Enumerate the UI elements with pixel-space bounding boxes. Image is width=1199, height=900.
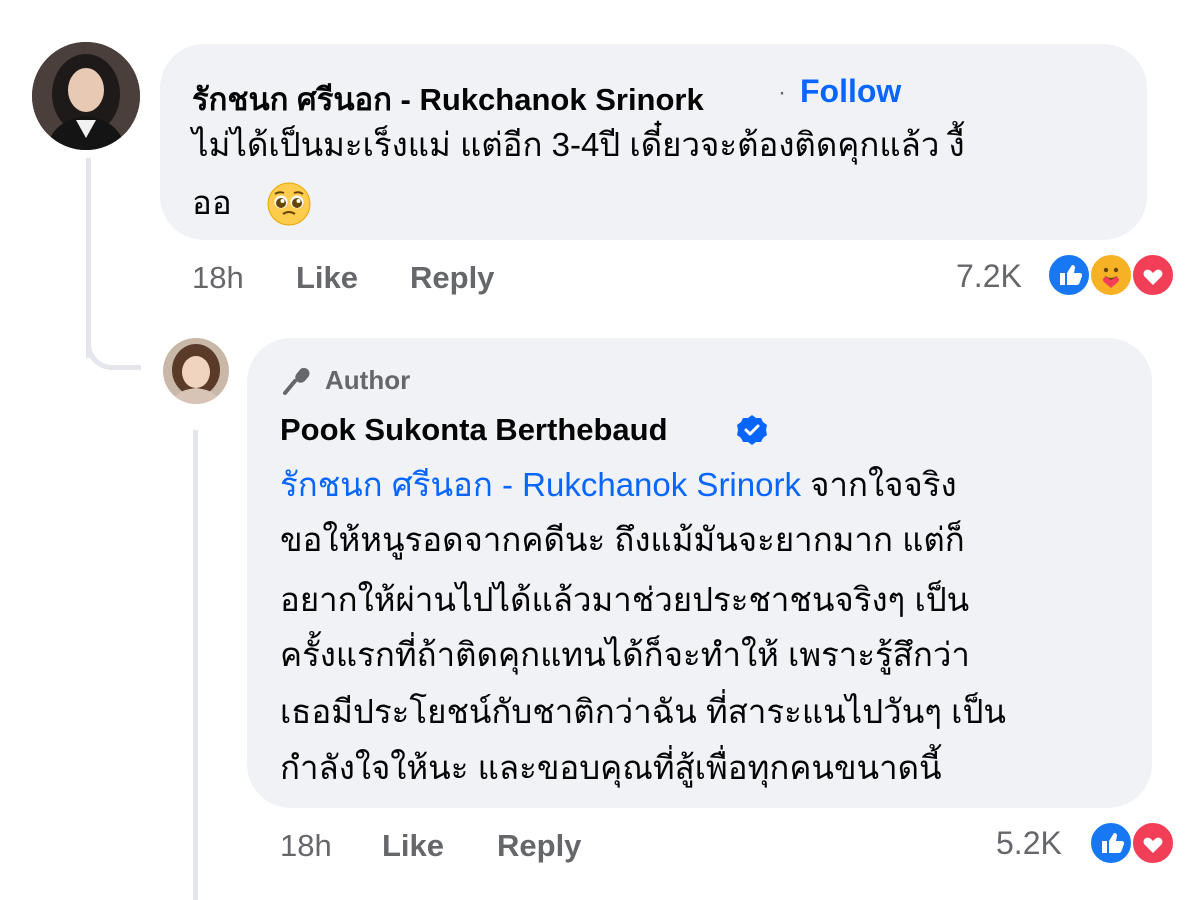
reply-text-line: ครั้งแรกที่ถ้าติดคุกแทนได้ก็จะทำให้ เพรา… bbox=[280, 636, 970, 673]
verified-badge-icon bbox=[735, 413, 769, 447]
reply-text-line: กำลังใจให้นะ และขอบคุณที่สู้เพื่อทุกคนขน… bbox=[280, 749, 942, 786]
microphone-icon bbox=[280, 362, 316, 398]
comment-text-line: ไม่ได้เป็นมะเร็งแม่ แต่อีก 3-4ปี เดี๋ยวจ… bbox=[192, 126, 965, 163]
thread-line bbox=[86, 158, 91, 358]
love-icon[interactable] bbox=[1131, 821, 1175, 865]
reply-avatar[interactable] bbox=[163, 338, 229, 404]
like-button[interactable]: Like bbox=[296, 260, 358, 296]
reply-text-line: รักชนก ศรีนอก - Rukchanok Srinork จากใจจ… bbox=[280, 462, 957, 507]
follow-button[interactable]: Follow bbox=[800, 73, 901, 110]
mention-link[interactable]: รักชนก ศรีนอก - Rukchanok Srinork bbox=[280, 466, 801, 503]
reply-text-line: อยากให้ผ่านไปได้แล้วมาช่วยประชาชนจริงๆ เ… bbox=[280, 581, 970, 618]
avatar-image bbox=[32, 42, 140, 150]
comment-time[interactable]: 18h bbox=[192, 260, 244, 296]
reply-time[interactable]: 18h bbox=[280, 828, 332, 864]
love-icon[interactable] bbox=[1131, 253, 1175, 297]
avatar[interactable] bbox=[32, 42, 140, 150]
reply-reaction-count[interactable]: 5.2K bbox=[996, 825, 1062, 862]
author-badge: Author bbox=[325, 365, 411, 395]
reply-button[interactable]: Reply bbox=[410, 260, 494, 296]
reply-bubble bbox=[247, 338, 1152, 808]
reply-thread-line bbox=[193, 430, 198, 900]
reply-avatar-image bbox=[163, 338, 229, 404]
like-icon[interactable] bbox=[1047, 253, 1091, 297]
reply-text-line: ขอให้หนูรอดจากคดีนะ ถึงแม้มันจะยากมาก แต… bbox=[280, 521, 965, 558]
reply-text-line: เธอมีประโยชน์กับชาติกว่าฉัน ที่สาระแนไปว… bbox=[280, 693, 1006, 730]
reply-author[interactable]: Pook Sukonta Berthebaud bbox=[280, 412, 668, 448]
comment-text-line: ออ bbox=[192, 184, 232, 221]
comment-author[interactable]: รักชนก ศรีนอก - Rukchanok Srinork bbox=[192, 74, 704, 124]
pleading-face-emoji bbox=[266, 181, 312, 227]
reply-reply-button[interactable]: Reply bbox=[497, 828, 581, 864]
reply-like-button[interactable]: Like bbox=[382, 828, 444, 864]
pleading-face-icon bbox=[267, 182, 311, 226]
thread-connector bbox=[86, 330, 141, 370]
like-icon[interactable] bbox=[1089, 821, 1133, 865]
care-icon[interactable] bbox=[1089, 253, 1133, 297]
reply-text-fragment: จากใจจริง bbox=[800, 466, 957, 503]
separator-dot: · bbox=[778, 79, 786, 106]
reaction-count[interactable]: 7.2K bbox=[956, 258, 1022, 295]
